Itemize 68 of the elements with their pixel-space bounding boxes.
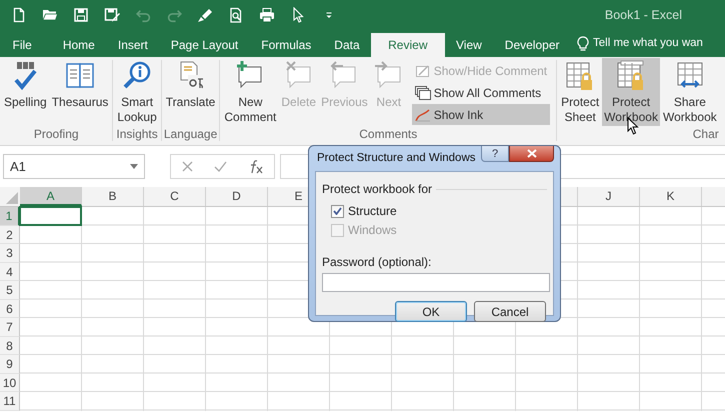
window-title: Book1 - Excel <box>604 6 682 24</box>
dialog-title: Protect Structure and Windows <box>317 150 476 166</box>
checkbox[interactable] <box>331 204 344 218</box>
column-header[interactable]: K <box>640 187 702 206</box>
ribbon-tab[interactable]: View <box>444 33 494 57</box>
ribbon-button[interactable]: Show Ink <box>412 104 550 125</box>
row-header[interactable]: 1 <box>0 207 20 226</box>
ribbon-button[interactable]: New Comment <box>222 58 278 126</box>
printer-icon[interactable] <box>259 7 275 23</box>
folder-icon[interactable] <box>42 7 58 23</box>
column-header[interactable]: A <box>20 187 82 206</box>
column-header[interactable]: B <box>82 187 144 206</box>
ribbon-tab[interactable]: File <box>1 33 44 57</box>
ribbon-tab[interactable]: Page Layout <box>159 33 250 57</box>
group-label: Insights <box>115 128 159 141</box>
row-header[interactable]: 4 <box>0 262 20 281</box>
new-file-icon[interactable] <box>11 7 27 23</box>
close-button[interactable] <box>509 146 554 162</box>
ribbon-button[interactable]: Protect Workbook <box>602 58 660 126</box>
dialog-button[interactable]: Cancel <box>474 301 546 322</box>
ribbon-button[interactable]: Spelling <box>2 58 49 126</box>
row-header[interactable]: 10 <box>0 374 20 392</box>
ribbon-button[interactable]: Share Workbook <box>660 58 719 126</box>
row-header[interactable]: 7 <box>0 318 20 336</box>
row-header[interactable]: 2 <box>0 226 20 244</box>
dialog-button[interactable]: OK <box>395 301 467 322</box>
save-icon[interactable] <box>73 7 89 23</box>
password-field[interactable] <box>322 273 550 292</box>
ribbon-button[interactable]: Smart Lookup <box>115 58 159 126</box>
ribbon-button[interactable]: Show All Comments <box>412 82 550 103</box>
print-preview-icon[interactable] <box>228 7 244 23</box>
ribbon-tab[interactable]: Formulas <box>250 33 323 57</box>
ribbon-tab[interactable]: Developer <box>493 33 571 57</box>
column-header[interactable]: J <box>578 187 640 206</box>
close-icon <box>526 149 536 158</box>
column-header[interactable]: D <box>206 187 268 206</box>
ribbon-button[interactable]: Protect Sheet <box>559 58 602 126</box>
group-label: Proofing <box>32 128 80 141</box>
row-header[interactable]: 6 <box>0 300 20 318</box>
floppy-pen-icon[interactable] <box>104 7 120 23</box>
row-header[interactable]: 3 <box>0 244 20 262</box>
row-header[interactable]: 8 <box>0 336 20 355</box>
ribbon-tab[interactable]: Review <box>371 33 444 57</box>
check-icon[interactable] <box>214 161 226 172</box>
row-header[interactable]: 5 <box>0 281 20 300</box>
column-header[interactable]: C <box>144 187 206 206</box>
ribbon-tab[interactable]: Data <box>322 33 372 57</box>
ribbon-button[interactable]: Thesaurus <box>50 58 110 126</box>
help-button[interactable]: ? <box>481 146 509 162</box>
tell-me-field[interactable]: Tell me what you wan <box>593 34 703 52</box>
name-box[interactable]: A1 <box>3 154 145 179</box>
checkbox-label: Windows <box>348 222 397 239</box>
caret-icon <box>130 164 138 169</box>
active-cell[interactable] <box>19 206 82 226</box>
group-label: Language <box>164 128 218 141</box>
lightbulb-icon <box>577 36 589 52</box>
ink-pen-icon <box>414 106 431 122</box>
row-header[interactable]: 11 <box>0 392 20 410</box>
ribbon-tab[interactable]: Home <box>51 33 106 57</box>
field-label: Password (optional): <box>322 254 432 271</box>
ribbon-button[interactable]: Translate <box>164 58 218 126</box>
row-header[interactable]: 9 <box>0 355 20 374</box>
group-label: Char <box>692 128 719 141</box>
comment-pencil-icon <box>414 62 431 78</box>
stacked-comments-icon <box>414 84 431 100</box>
checkbox-label: Structure <box>348 203 397 220</box>
ribbon-tab[interactable]: Insert <box>106 33 160 57</box>
group-label: Comments <box>358 128 418 141</box>
